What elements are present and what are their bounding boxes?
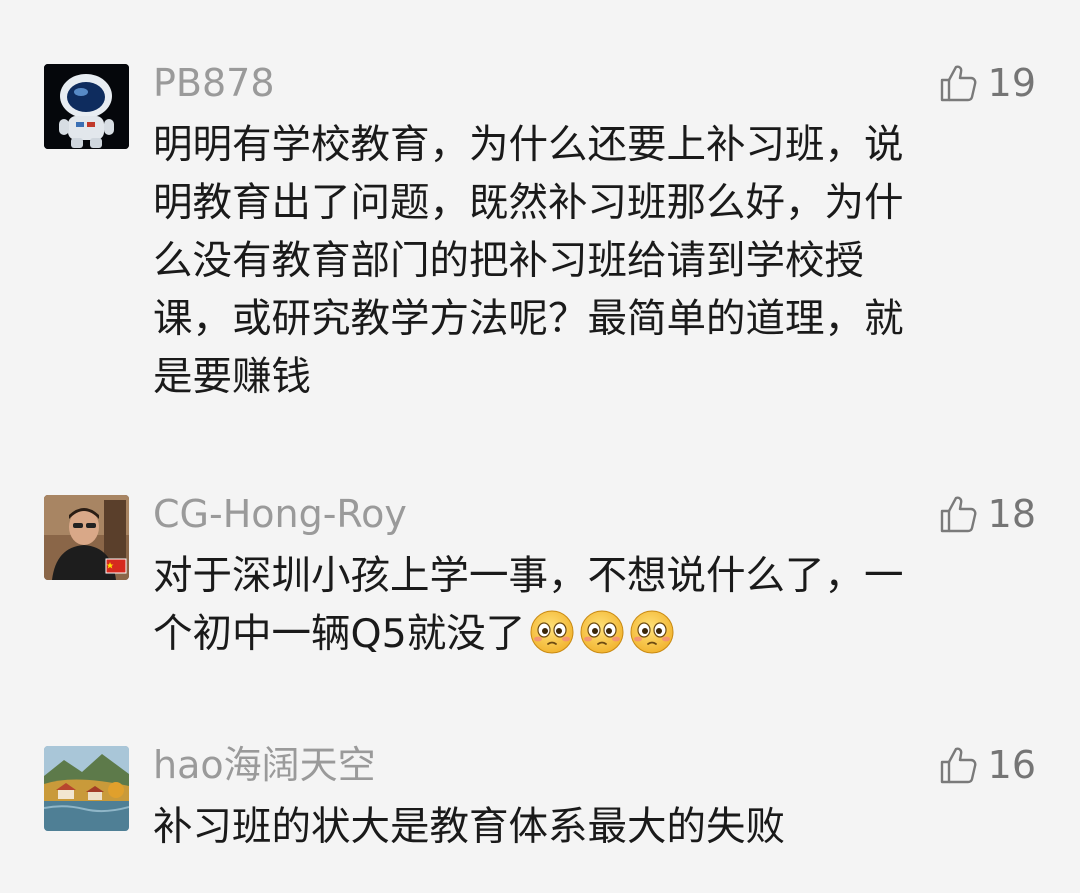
astronaut-avatar-icon bbox=[44, 64, 129, 149]
user-avatar[interactable] bbox=[44, 64, 129, 149]
comment-line: 是要赚钱 bbox=[153, 354, 311, 400]
like-count: 18 bbox=[987, 492, 1036, 536]
like-count: 16 bbox=[987, 743, 1036, 787]
man-photo-avatar-icon bbox=[44, 495, 129, 580]
user-avatar[interactable] bbox=[44, 495, 129, 580]
landscape-photo-avatar-icon bbox=[44, 746, 129, 831]
comment-line-text: 个初中一辆Q5就没了 bbox=[153, 611, 526, 657]
comment-line: 个初中一辆Q5就没了 bbox=[153, 605, 1013, 663]
worried-face-emoji-icon bbox=[630, 610, 674, 654]
comment-line: 明明有学校教育，为什么还要上补习班，说 bbox=[153, 122, 904, 168]
comment-line: 么没有教育部门的把补习班给请到学校授 bbox=[153, 238, 864, 284]
user-avatar[interactable] bbox=[44, 746, 129, 831]
comment-line: 对于深圳小孩上学一事，不想说什么了，一 bbox=[153, 553, 904, 599]
username[interactable]: hao海阔天空 bbox=[153, 742, 376, 788]
username[interactable]: PB878 bbox=[153, 60, 275, 106]
worried-face-emoji-icon bbox=[530, 610, 574, 654]
comment-text: 明明有学校教育，为什么还要上补习班，说 明教育出了问题，既然补习班那么好，为什 … bbox=[153, 116, 1013, 406]
like-button[interactable]: 16 bbox=[938, 742, 1036, 788]
comment-text: 补习班的状大是教育体系最大的失败 bbox=[153, 798, 1013, 856]
comment-line: 课，或研究教学方法呢？最简单的道理，就 bbox=[153, 296, 904, 342]
username[interactable]: CG-Hong-Roy bbox=[153, 491, 407, 537]
like-button[interactable]: 18 bbox=[938, 491, 1036, 537]
thumbs-up-icon bbox=[940, 65, 977, 102]
like-button[interactable]: 19 bbox=[938, 60, 1036, 106]
thumbs-up-icon bbox=[940, 496, 977, 533]
comment-text: 对于深圳小孩上学一事，不想说什么了，一 个初中一辆Q5就没了 bbox=[153, 547, 1013, 663]
comment-line: 补习班的状大是教育体系最大的失败 bbox=[153, 804, 785, 850]
thumbs-up-icon bbox=[940, 747, 977, 784]
comment-line: 明教育出了问题，既然补习班那么好，为什 bbox=[153, 180, 904, 226]
worried-face-emoji-icon bbox=[580, 610, 624, 654]
like-count: 19 bbox=[987, 61, 1036, 105]
